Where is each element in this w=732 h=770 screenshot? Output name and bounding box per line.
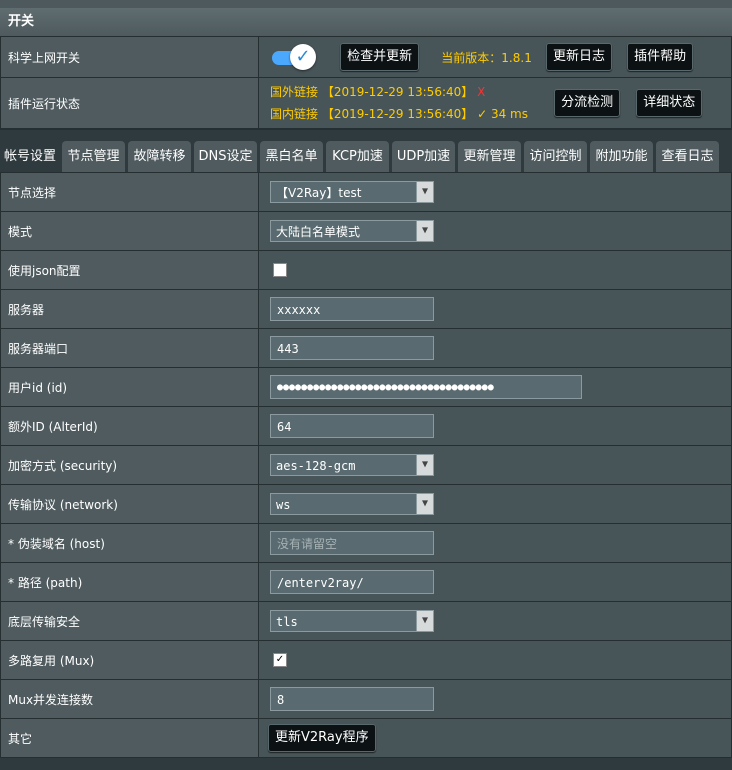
tab-access[interactable]: 访问控制 [524, 141, 587, 172]
domestic-status: 国内链接 【2019-12-29 13:56:40】 ✓ 34 ms [270, 107, 528, 121]
tab-udp[interactable]: UDP加速 [392, 141, 455, 172]
status-values: 国外链接 【2019-12-29 13:56:40】 X 国内链接 【2019-… [258, 77, 732, 129]
row-security: 加密方式 (security) aes-128-gcm ▼ [0, 445, 732, 485]
tab-update[interactable]: 更新管理 [458, 141, 521, 172]
other-label: 其它 [0, 718, 259, 758]
muxconn-label: Mux并发连接数 [0, 679, 259, 719]
tab-bar: 帐号设置 节点管理 故障转移 DNS设定 黑白名单 KCP加速 UDP加速 更新… [0, 129, 732, 172]
tab-account[interactable]: 帐号设置 [0, 138, 60, 172]
mux-label: 多路复用 (Mux) [0, 640, 259, 680]
fail-icon: X [477, 85, 486, 99]
switch-label: 科学上网开关 [0, 36, 259, 78]
security-label: 加密方式 (security) [0, 445, 259, 485]
chevron-down-icon: ▼ [416, 455, 433, 475]
security-select[interactable]: aes-128-gcm ▼ [270, 454, 434, 476]
alterid-input[interactable]: 64 [270, 414, 434, 438]
section-header: 开关 [0, 8, 732, 36]
row-mode: 模式 大陆白名单模式 ▼ [0, 211, 732, 251]
uid-password-input[interactable]: ●●●●●●●●●●●●●●●●●●●●●●●●●●●●●●●●●●●● [270, 375, 582, 399]
settings-form: 节点选择 【V2Ray】test ▼ 模式 大陆白名单模式 ▼ 使用json配置 服… [0, 172, 732, 758]
tab-log[interactable]: 查看日志 [656, 141, 719, 172]
uid-label: 用户id (id) [0, 367, 259, 407]
row-port: 服务器端口 443 [0, 328, 732, 368]
server-label: 服务器 [0, 289, 259, 329]
chevron-down-icon: ▼ [416, 182, 433, 202]
alterid-label: 额外ID (AlterId) [0, 406, 259, 446]
network-select[interactable]: ws ▼ [270, 493, 434, 515]
row-host: * 伪装域名 (host) 没有请留空 [0, 523, 732, 563]
row-alterid: 额外ID (AlterId) 64 [0, 406, 732, 446]
json-checkbox[interactable] [273, 263, 287, 277]
row-path: * 路径 (path) /enterv2ray/ [0, 562, 732, 602]
main-toggle-switch[interactable]: ✓ [270, 44, 318, 70]
plugin-help-button[interactable]: 插件帮助 [627, 43, 694, 71]
path-label: * 路径 (path) [0, 562, 259, 602]
check-update-button[interactable]: 检查并更新 [340, 43, 420, 71]
foreign-status: 国外链接 【2019-12-29 13:56:40】 [270, 85, 474, 99]
chevron-down-icon: ▼ [416, 221, 433, 241]
update-v2ray-button[interactable]: 更新V2Ray程序 [268, 724, 376, 752]
tab-dns[interactable]: DNS设定 [194, 141, 257, 172]
row-server: 服务器 xxxxxx [0, 289, 732, 329]
path-input[interactable]: /enterv2ray/ [270, 570, 434, 594]
network-select-value: ws [276, 498, 291, 512]
chevron-down-icon: ▼ [416, 494, 433, 514]
tab-kcp[interactable]: KCP加速 [326, 141, 389, 172]
top-bar [0, 0, 732, 8]
node-select[interactable]: 【V2Ray】test ▼ [270, 181, 434, 203]
mode-select[interactable]: 大陆白名单模式 ▼ [270, 220, 434, 242]
chevron-down-icon: ▼ [416, 611, 433, 631]
server-input[interactable]: xxxxxx [270, 297, 434, 321]
status-lines: 国外链接 【2019-12-29 13:56:40】 X 国内链接 【2019-… [270, 81, 528, 125]
tls-select[interactable]: tls ▼ [270, 610, 434, 632]
row-muxconn: Mux并发连接数 8 [0, 679, 732, 719]
tab-nodes[interactable]: 节点管理 [62, 141, 125, 172]
tls-label: 底层传输安全 [0, 601, 259, 641]
row-network: 传输协议 (network) ws ▼ [0, 484, 732, 524]
bottom-edge [0, 758, 732, 761]
muxconn-input[interactable]: 8 [270, 687, 434, 711]
mux-checkbox[interactable]: ✓ [273, 653, 287, 667]
row-uid: 用户id (id) ●●●●●●●●●●●●●●●●●●●●●●●●●●●●●●… [0, 367, 732, 407]
json-label: 使用json配置 [0, 250, 259, 290]
host-input[interactable]: 没有请留空 [270, 531, 434, 555]
security-select-value: aes-128-gcm [276, 459, 356, 473]
split-check-button[interactable]: 分流检测 [554, 89, 621, 117]
row-node: 节点选择 【V2Ray】test ▼ [0, 172, 732, 212]
status-row: 插件运行状态 国外链接 【2019-12-29 13:56:40】 X 国内链接… [0, 77, 732, 129]
network-label: 传输协议 (network) [0, 484, 259, 524]
mode-select-value: 大陆白名单模式 [276, 225, 361, 239]
node-select-value: 【V2Ray】test [276, 186, 362, 200]
detail-status-button[interactable]: 详细状态 [636, 89, 703, 117]
node-label: 节点选择 [0, 172, 259, 212]
row-other: 其它 更新V2Ray程序 [0, 718, 732, 758]
row-mux: 多路复用 (Mux) ✓ [0, 640, 732, 680]
changelog-button[interactable]: 更新日志 [545, 43, 612, 71]
row-json: 使用json配置 [0, 250, 732, 290]
version-text: 当前版本：1.8.1 [441, 50, 532, 65]
tab-blackwhite[interactable]: 黑白名单 [260, 141, 323, 172]
switch-table: 科学上网开关 ✓ 检查并更新 当前版本：1.8.1 更新日志 插件帮助 插件运行… [0, 36, 732, 129]
row-tls: 底层传输安全 tls ▼ [0, 601, 732, 641]
status-buttons: 分流检测 详细状态 [554, 89, 703, 117]
status-label: 插件运行状态 [0, 77, 259, 129]
check-icon: ✓ [290, 44, 316, 70]
tls-select-value: tls [276, 615, 298, 629]
host-label: * 伪装域名 (host) [0, 523, 259, 563]
switch-row: 科学上网开关 ✓ 检查并更新 当前版本：1.8.1 更新日志 插件帮助 [0, 36, 732, 78]
tab-extra[interactable]: 附加功能 [590, 141, 653, 172]
switch-controls: ✓ 检查并更新 当前版本：1.8.1 更新日志 插件帮助 [258, 36, 732, 78]
mode-label: 模式 [0, 211, 259, 251]
port-input[interactable]: 443 [270, 336, 434, 360]
tab-failover[interactable]: 故障转移 [128, 141, 191, 172]
port-label: 服务器端口 [0, 328, 259, 368]
